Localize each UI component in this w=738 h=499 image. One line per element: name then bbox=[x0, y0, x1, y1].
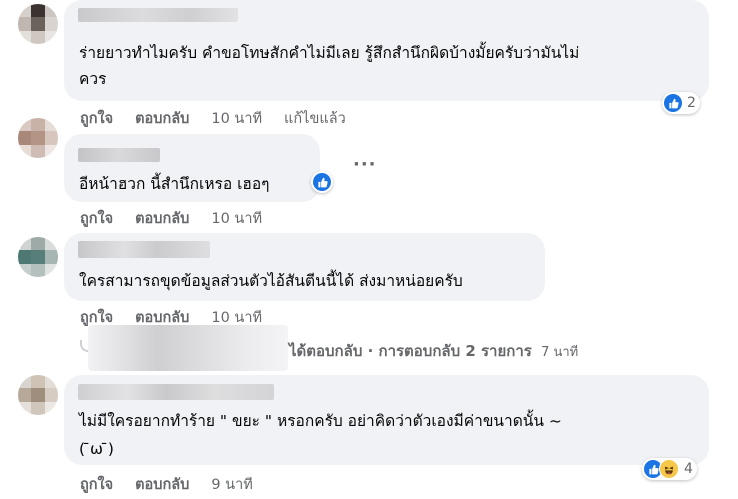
avatar[interactable] bbox=[18, 237, 58, 277]
commenter-name[interactable] bbox=[78, 241, 210, 258]
timestamp[interactable]: 9 นาที bbox=[211, 477, 252, 493]
comment-text: ใครสามารถขุดข้อมูลส่วนตัวไอ้สันตีนนี้ได้… bbox=[79, 272, 463, 290]
more-options-button[interactable]: ··· bbox=[353, 154, 377, 175]
comment-text: ร่ายยาวทำไมครับ คำขอโทษสักคำไม่มีเลย รู้… bbox=[79, 44, 580, 62]
like-button[interactable]: ถูกใจ bbox=[80, 477, 113, 493]
reaction-summary[interactable] bbox=[311, 171, 333, 193]
reaction-count: 4 bbox=[684, 461, 693, 477]
comment-actions: ถูกใจ ตอบกลับ 9 นาที bbox=[80, 473, 275, 496]
avatar[interactable] bbox=[18, 118, 58, 158]
view-replies-link[interactable]: ได้ตอบกลับ · การตอบกลับ 2 รายการ 7 นาที bbox=[289, 339, 578, 363]
commenter-name[interactable] bbox=[78, 8, 238, 22]
avatar[interactable] bbox=[18, 375, 58, 415]
comment-text-cont: ควร bbox=[79, 70, 107, 88]
reply-button[interactable]: ตอบกลับ bbox=[135, 211, 189, 227]
timestamp[interactable]: 10 นาที bbox=[211, 211, 262, 227]
haha-icon bbox=[659, 459, 679, 479]
reply-button[interactable]: ตอบกลับ bbox=[135, 310, 189, 326]
reply-button[interactable]: ตอบกลับ bbox=[135, 477, 189, 493]
reply-button[interactable]: ตอบกลับ bbox=[135, 111, 189, 127]
comment-actions: ถูกใจ ตอบกลับ 10 นาที แก้ไขแล้ว bbox=[80, 107, 346, 130]
commenter-name[interactable] bbox=[78, 148, 160, 162]
timestamp[interactable]: 10 นาที bbox=[211, 310, 262, 326]
comment-text-cont: ( ̄ω ̄) bbox=[79, 440, 114, 458]
comment-text: อีหน้าฮวก นี้สำนึกเหรอ เฮอๆ bbox=[79, 175, 270, 193]
like-icon bbox=[313, 173, 331, 191]
replies-summary[interactable]: ได้ตอบกลับ · การตอบกลับ 2 รายการ bbox=[289, 342, 532, 360]
like-icon bbox=[664, 94, 682, 112]
replies-time: 7 นาที bbox=[541, 345, 579, 360]
reaction-summary[interactable]: 2 bbox=[662, 92, 700, 114]
replier-avatars[interactable] bbox=[88, 325, 288, 371]
reaction-summary[interactable]: 4 bbox=[642, 458, 697, 480]
like-button[interactable]: ถูกใจ bbox=[80, 310, 113, 326]
comment-text: ไม่มีใครอยากทำร้าย " ขยะ " หรอกครับ อย่า… bbox=[79, 412, 562, 430]
comment-actions: ถูกใจ ตอบกลับ 10 นาที bbox=[80, 207, 284, 230]
avatar[interactable] bbox=[18, 4, 58, 44]
like-button[interactable]: ถูกใจ bbox=[80, 111, 113, 127]
commenter-name[interactable] bbox=[78, 384, 274, 400]
like-button[interactable]: ถูกใจ bbox=[80, 211, 113, 227]
edited-label[interactable]: แก้ไขแล้ว bbox=[284, 111, 346, 127]
reaction-count: 2 bbox=[687, 95, 696, 111]
timestamp[interactable]: 10 นาที bbox=[211, 111, 262, 127]
